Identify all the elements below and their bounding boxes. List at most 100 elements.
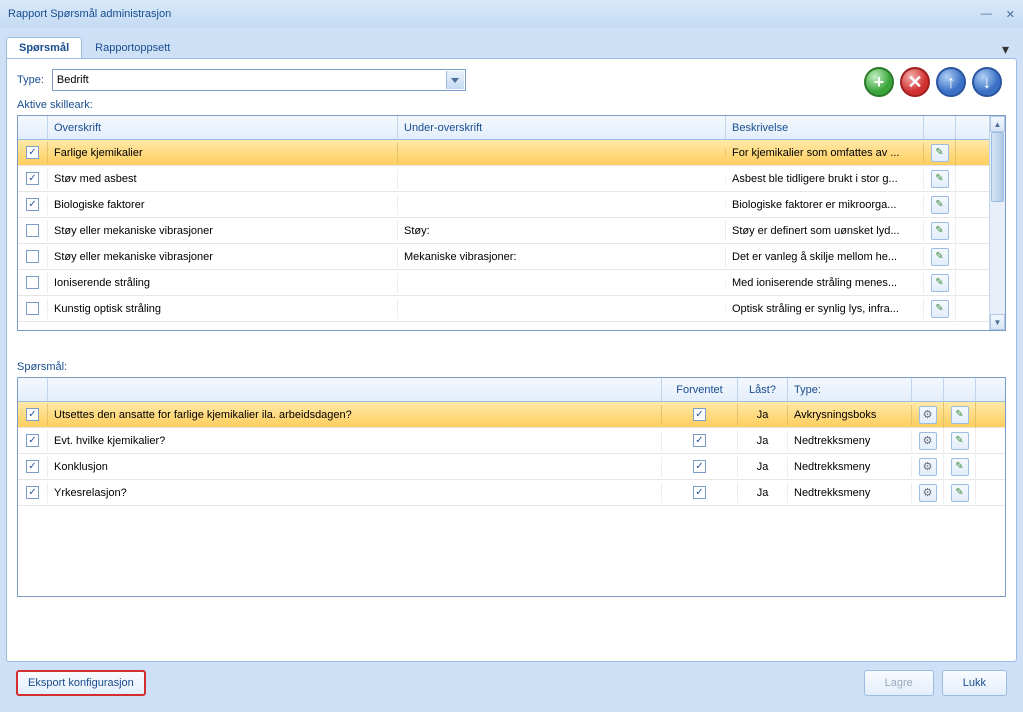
export-config-button[interactable]: Eksport konfigurasjon [16,670,146,696]
gear-icon[interactable]: ⚙ [919,406,937,424]
type-select[interactable]: Bedrift [52,69,466,91]
cell-overskrift: Biologiske faktorer [48,195,398,215]
tab-overflow-menu[interactable]: ▾ [994,41,1017,58]
cell-overskrift: Støv med asbest [48,169,398,189]
cell-under-overskrift [398,201,726,209]
cell-overskrift: Støy eller mekaniske vibrasjoner [48,221,398,241]
cell-question: Konklusjon [48,457,662,477]
scroll-up-button[interactable]: ▲ [990,116,1005,132]
save-button[interactable]: Lagre [864,670,934,696]
forventet-checkbox[interactable] [693,434,706,447]
edit-icon[interactable]: ✎ [931,196,949,214]
forventet-checkbox[interactable] [693,486,706,499]
add-button[interactable]: + [864,67,894,97]
row-checkbox[interactable] [26,172,39,185]
table-row[interactable]: Utsettes den ansatte for farlige kjemika… [18,402,1005,428]
col-gear [912,378,944,401]
row-checkbox-cell [18,246,48,267]
edit-icon[interactable]: ✎ [931,144,949,162]
forventet-checkbox[interactable] [693,460,706,473]
cell-beskrivelse: Optisk stråling er synlig lys, infra... [726,299,924,319]
table-row[interactable]: Støv med asbestAsbest ble tidligere bruk… [18,166,989,192]
row-checkbox[interactable] [26,224,39,237]
cell-edit: ✎ [924,140,956,166]
edit-icon[interactable]: ✎ [951,406,969,424]
cell-beskrivelse: For kjemikalier som omfattes av ... [726,143,924,163]
edit-icon[interactable]: ✎ [951,484,969,502]
aktive-skilleark-label: Aktive skilleark: [17,99,1006,111]
cell-gear: ⚙ [912,428,944,454]
table-row[interactable]: Kunstig optisk strålingOptisk stråling e… [18,296,989,322]
row-checkbox[interactable] [26,460,39,473]
row-checkbox[interactable] [26,198,39,211]
table-row[interactable]: Farlige kjemikalier For kjemikalier som o… [18,140,989,166]
row-checkbox-cell [18,142,48,163]
table-row[interactable]: Støy eller mekaniske vibrasjonerMekanisk… [18,244,989,270]
cell-under-overskrift: Mekaniske vibrasjoner: [398,247,726,267]
cell-under-overskrift [398,279,726,287]
row-checkbox[interactable] [26,434,39,447]
table-row[interactable]: KonklusjonJaNedtrekksmeny⚙✎ [18,454,1005,480]
col-edit2 [944,378,976,401]
col-last[interactable]: Låst? [738,378,788,401]
row-checkbox[interactable] [26,250,39,263]
edit-icon[interactable]: ✎ [931,222,949,240]
col-under-overskrift[interactable]: Under-overskrift [398,116,726,139]
row-checkbox-cell [18,194,48,215]
cell-beskrivelse: Biologiske faktorer er mikroorga... [726,195,924,215]
scroll-down-button[interactable]: ▼ [990,314,1005,330]
type-value: Bedrift [57,74,89,86]
cell-edit: ✎ [944,480,976,506]
footer: Eksport konfigurasjon Lagre Lukk [6,662,1017,706]
delete-button[interactable]: ✕ [900,67,930,97]
move-up-button[interactable]: ↑ [936,67,966,97]
row-checkbox[interactable] [26,302,39,315]
edit-icon[interactable]: ✎ [951,432,969,450]
cell-under-overskrift [398,305,726,313]
cell-edit: ✎ [924,192,956,218]
gear-icon[interactable]: ⚙ [919,484,937,502]
move-down-button[interactable]: ↓ [972,67,1002,97]
cell-type: Nedtrekksmeny [788,457,912,477]
col-question[interactable] [48,378,662,401]
edit-icon[interactable]: ✎ [931,300,949,318]
edit-icon[interactable]: ✎ [931,274,949,292]
scroll-track[interactable] [990,132,1005,314]
tab-rapportoppsett[interactable]: Rapportoppsett [82,37,183,58]
table-row[interactable]: Ioniserende strålingMed ioniserende strå… [18,270,989,296]
window-controls: — ✕ [981,8,1015,21]
table-row[interactable]: Evt. hvilke kjemikalier?JaNedtrekksmeny⚙… [18,428,1005,454]
table-row[interactable]: Yrkesrelasjon?JaNedtrekksmeny⚙✎ [18,480,1005,506]
edit-icon[interactable]: ✎ [931,248,949,266]
edit-icon[interactable]: ✎ [951,458,969,476]
col-forventet[interactable]: Forventet [662,378,738,401]
sporsmal-label: Spørsmål: [17,361,1006,373]
cell-last: Ja [738,431,788,451]
close-dialog-button[interactable]: Lukk [942,670,1007,696]
tab-sporsmal[interactable]: Spørsmål [6,37,82,58]
type-row: Type: Bedrift [17,69,1006,91]
row-checkbox[interactable] [26,486,39,499]
cell-question: Utsettes den ansatte for farlige kjemika… [48,405,662,425]
col-overskrift[interactable]: Overskrift [48,116,398,139]
table-row[interactable]: Støy eller mekaniske vibrasjonerStøy:Stø… [18,218,989,244]
cell-beskrivelse: Støy er definert som uønsket lyd... [726,221,924,241]
tab-strip: Spørsmål Rapportoppsett ▾ [6,34,1017,58]
gear-icon[interactable]: ⚙ [919,432,937,450]
row-checkbox[interactable] [26,146,39,159]
col-type[interactable]: Type: [788,378,912,401]
forventet-checkbox[interactable] [693,408,706,421]
close-button[interactable]: ✕ [1006,8,1015,21]
gear-icon[interactable]: ⚙ [919,458,937,476]
minimize-button[interactable]: — [981,8,992,21]
scroll-thumb[interactable] [991,132,1004,202]
col-beskrivelse[interactable]: Beskrivelse [726,116,924,139]
table-row[interactable]: Biologiske faktorer Biologiske faktorer e… [18,192,989,218]
row-checkbox[interactable] [26,408,39,421]
scrollbar[interactable]: ▲ ▼ [989,116,1005,330]
edit-icon[interactable]: ✎ [931,170,949,188]
row-checkbox[interactable] [26,276,39,289]
row-checkbox-cell [18,456,48,477]
cell-overskrift: Farlige kjemikalier [48,143,398,163]
row-checkbox-cell [18,430,48,451]
